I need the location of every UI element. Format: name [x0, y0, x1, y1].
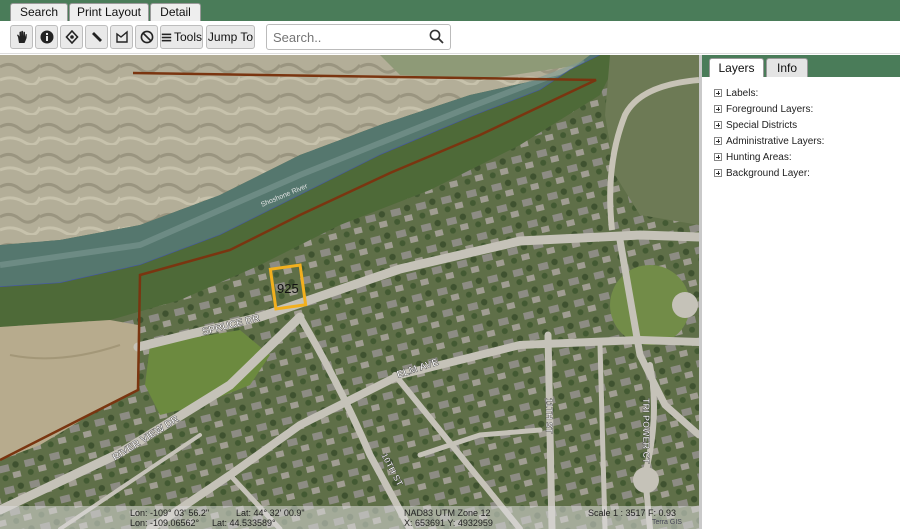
tab-detail[interactable]: Detail	[150, 3, 201, 21]
locate-button[interactable]	[60, 25, 83, 49]
brand-label: Terra GIS	[652, 519, 682, 526]
panel-tab-bar: Layers Info	[702, 55, 900, 77]
layer-group-label: Background Layer:	[726, 167, 810, 179]
street-label-tri-power: TRI POWER CT	[641, 398, 651, 464]
layer-group-background[interactable]: Background Layer:	[714, 165, 824, 181]
street-label-11th: 11TH ST	[544, 398, 554, 434]
layer-group-foreground[interactable]: Foreground Layers:	[714, 101, 824, 117]
tab-info[interactable]: Info	[766, 58, 808, 77]
expand-icon[interactable]	[714, 105, 722, 113]
map-view[interactable]: 925 Shoshone River SPRUCE DR ELM AVE RIV…	[0, 55, 699, 529]
layer-group-label: Foreground Layers:	[726, 103, 814, 115]
jump-to-button[interactable]: Jump To	[206, 25, 255, 49]
search-icon[interactable]	[429, 29, 444, 44]
lat-dms: Lat: 44° 32' 00.9"	[236, 508, 305, 518]
side-panel: Layers Info Labels: Foreground Layers: S…	[702, 55, 900, 529]
layer-group-label: Administrative Layers:	[726, 135, 825, 147]
expand-icon[interactable]	[714, 137, 722, 145]
tab-print-layout[interactable]: Print Layout	[69, 3, 149, 21]
locate-icon	[64, 30, 79, 44]
identify-button[interactable]	[35, 25, 58, 49]
map-scale: Scale 1 : 3517 F: 0.93	[588, 508, 677, 518]
tab-search[interactable]: Search	[10, 3, 68, 21]
coordinate-status-bar: Lon: -109° 03' 56.2" Lat: 44° 32' 00.9" …	[0, 506, 699, 529]
datum-label: NAD83 UTM Zone 12	[404, 508, 491, 518]
lon-dms: Lon: -109° 03' 56.2"	[130, 508, 210, 518]
lat-decimal: Lat: 44.533589°	[212, 518, 276, 528]
layer-group-hunting[interactable]: Hunting Areas:	[714, 149, 824, 165]
map-toolbar: Tools Jump To	[0, 21, 900, 54]
tools-button[interactable]: Tools	[160, 25, 203, 49]
parcel-label: 925	[277, 281, 299, 296]
utm-xy: X: 653691 Y: 4932959	[404, 518, 493, 528]
expand-icon[interactable]	[714, 121, 722, 129]
aerial-imagery: 925 Shoshone River SPRUCE DR ELM AVE RIV…	[0, 55, 699, 529]
area-icon	[115, 30, 128, 43]
pan-icon	[16, 30, 27, 43]
layer-group-administrative[interactable]: Administrative Layers:	[714, 133, 824, 149]
layer-group-label: Hunting Areas:	[726, 151, 792, 163]
search-input[interactable]	[267, 25, 427, 49]
tools-label: Tools	[173, 30, 202, 44]
measure-button[interactable]	[85, 25, 108, 49]
expand-icon[interactable]	[714, 153, 722, 161]
layer-group-labels[interactable]: Labels:	[714, 85, 824, 101]
clear-button[interactable]	[135, 25, 158, 49]
expand-icon[interactable]	[714, 89, 722, 97]
layer-group-label: Labels:	[726, 87, 759, 99]
top-tab-bar: Search Print Layout Detail	[0, 0, 900, 21]
pan-button[interactable]	[10, 25, 33, 49]
expand-icon[interactable]	[714, 169, 722, 177]
area-button[interactable]	[110, 25, 133, 49]
layer-group-label: Special Districts	[726, 119, 798, 131]
layer-group-special-districts[interactable]: Special Districts	[714, 117, 824, 133]
search-box	[266, 24, 451, 50]
tab-layers[interactable]: Layers	[709, 58, 764, 77]
menu-icon	[161, 33, 172, 41]
info-icon	[40, 30, 53, 44]
lon-decimal: Lon: -109.06562°	[130, 518, 200, 528]
clear-icon	[140, 30, 153, 44]
layer-tree: Labels: Foreground Layers: Special Distr…	[714, 85, 824, 181]
measure-icon	[91, 32, 102, 42]
